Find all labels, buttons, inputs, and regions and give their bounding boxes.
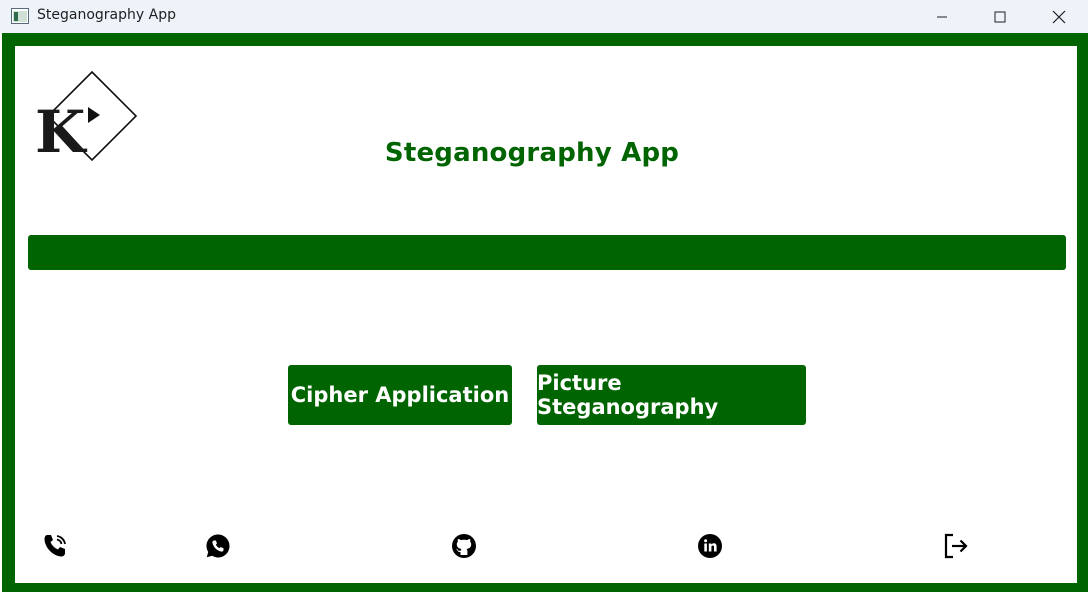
phone-button[interactable] (41, 532, 69, 560)
close-button[interactable] (1030, 0, 1088, 33)
logout-button[interactable] (942, 532, 970, 560)
phone-icon (44, 535, 66, 557)
minimize-icon (937, 16, 947, 17)
linkedin-icon (698, 534, 722, 558)
cipher-application-button[interactable]: Cipher Application (288, 365, 512, 425)
maximize-button[interactable] (971, 0, 1029, 33)
minimize-button[interactable] (913, 0, 971, 33)
main-content: K Steganography App Cipher Application P… (15, 46, 1077, 583)
header-divider-bar (28, 235, 1066, 270)
github-button[interactable] (450, 532, 478, 560)
window-title: Steganography App (37, 7, 176, 23)
page-title: Steganography App (384, 138, 680, 168)
picture-steganography-button[interactable]: Picture Steganography (537, 365, 806, 425)
logout-icon (944, 533, 968, 559)
window-titlebar: Steganography App (0, 0, 1088, 33)
linkedin-button[interactable] (696, 532, 724, 560)
close-icon (1052, 10, 1066, 23)
maximize-icon (994, 11, 1006, 22)
github-icon (452, 534, 476, 558)
whatsapp-icon (206, 534, 230, 558)
app-window-icon (11, 8, 29, 24)
whatsapp-button[interactable] (204, 532, 232, 560)
